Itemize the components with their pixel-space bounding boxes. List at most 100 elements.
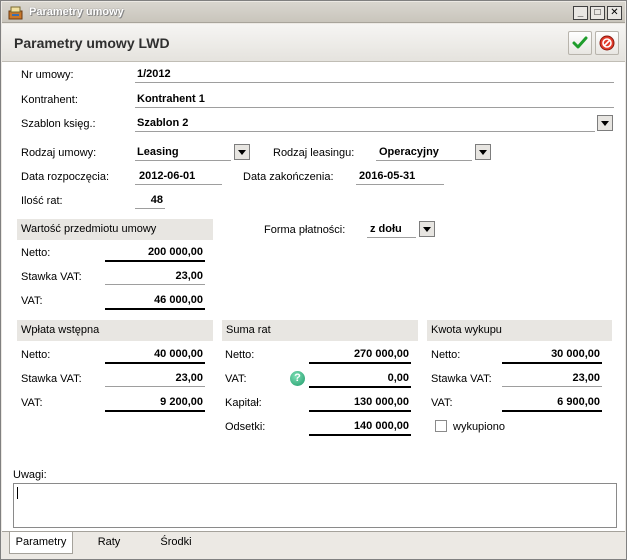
rodzaj-leasingu-select[interactable]: Operacyjny (379, 146, 439, 158)
dialog-window: Parametry umowy _ □ ✕ Parametry umowy LW… (0, 0, 627, 560)
wykup-vat-label: VAT: (431, 397, 453, 409)
forma-platnosci-underline (367, 237, 416, 238)
tab-parametry-label: Parametry (15, 536, 67, 548)
page-title: Parametry umowy LWD (14, 35, 170, 51)
cancel-button[interactable] (595, 31, 619, 55)
suma-vat-label: VAT: (225, 373, 247, 385)
cancel-icon (599, 35, 615, 51)
wykup-stawka-underline (502, 386, 602, 387)
wartosc-stawka-label: Stawka VAT: (21, 271, 82, 283)
wykupiono-label: wykupiono (453, 421, 505, 433)
wplata-netto-label: Netto: (21, 349, 51, 361)
tab-srodki[interactable]: Środki (146, 532, 206, 554)
text-caret (17, 487, 18, 499)
wplata-vat-label: VAT: (21, 397, 43, 409)
ilosc-rat-field[interactable]: 48 (135, 194, 163, 206)
tab-bar: Parametry Raty Środki (2, 531, 625, 559)
rodzaj-leasingu-underline (376, 160, 472, 161)
tab-parametry[interactable]: Parametry (9, 532, 73, 554)
minimize-button[interactable]: _ (573, 6, 588, 20)
data-zakonczenia-label: Data zakończenia: (243, 171, 334, 183)
data-rozpoczecia-label: Data rozpoczęcia: (21, 171, 110, 183)
data-zakonczenia-field[interactable]: 2016-05-31 (359, 170, 415, 182)
dialog-header: Parametry umowy LWD (2, 24, 625, 62)
szablon-dropdown-button[interactable] (597, 115, 613, 131)
wykup-netto-underline (502, 362, 602, 364)
rodzaj-leasingu-label: Rodzaj leasingu: (273, 147, 355, 159)
wartosc-netto-label: Netto: (21, 247, 51, 259)
maximize-button[interactable]: □ (590, 6, 605, 20)
wartosc-section-title: Wartość przedmiotu umowy (21, 223, 157, 235)
wykupiono-checkbox[interactable] (435, 420, 447, 432)
forma-platnosci-dropdown-button[interactable] (419, 221, 435, 237)
suma-section-title: Suma rat (226, 324, 271, 336)
ilosc-rat-label: Ilość rat: (21, 195, 63, 207)
forma-platnosci-select[interactable]: z dołu (370, 223, 402, 235)
data-zakonczenia-underline (356, 184, 444, 185)
kontrahent-field[interactable]: Kontrahent 1 (137, 93, 205, 105)
wartosc-vat-label: VAT: (21, 295, 43, 307)
rodzaj-umowy-dropdown-button[interactable] (234, 144, 250, 160)
checkmark-icon (572, 36, 588, 49)
wartosc-stawka-field[interactable]: 23,00 (105, 270, 203, 282)
save-button[interactable] (568, 31, 592, 55)
tab-raty-label: Raty (97, 536, 121, 548)
suma-odsetki-field[interactable]: 140 000,00 (309, 420, 409, 432)
help-icon[interactable]: ? (290, 371, 305, 386)
wykup-section-title: Kwota wykupu (431, 324, 502, 336)
wykup-stawka-label: Stawka VAT: (431, 373, 492, 385)
wplata-stawka-label: Stawka VAT: (21, 373, 82, 385)
window-title: Parametry umowy (29, 6, 124, 18)
wplata-netto-field[interactable]: 40 000,00 (105, 348, 203, 360)
rodzaj-umowy-select[interactable]: Leasing (137, 146, 179, 158)
wykup-vat-field[interactable]: 6 900,00 (502, 396, 600, 408)
app-icon (8, 6, 23, 20)
wplata-stawka-underline (105, 386, 205, 387)
wplata-vat-field[interactable]: 9 200,00 (105, 396, 203, 408)
wykup-vat-underline (502, 410, 602, 412)
dialog-content: Parametry umowy LWD Nr umowy: 1/2012 Kon… (2, 24, 625, 559)
nr-umowy-underline (135, 82, 614, 83)
suma-netto-label: Netto: (225, 349, 255, 361)
suma-vat-field[interactable]: 0,00 (309, 372, 409, 384)
szablon-select[interactable]: Szablon 2 (137, 117, 188, 129)
wartosc-netto-field[interactable]: 200 000,00 (105, 246, 203, 258)
wartosc-stawka-underline (105, 284, 205, 285)
suma-kapital-underline (309, 410, 411, 412)
suma-netto-underline (309, 362, 411, 364)
wplata-stawka-field[interactable]: 23,00 (105, 372, 203, 384)
uwagi-label: Uwagi: (13, 469, 47, 481)
wykup-netto-label: Netto: (431, 349, 461, 361)
rodzaj-leasingu-dropdown-button[interactable] (475, 144, 491, 160)
tab-srodki-label: Środki (160, 536, 192, 548)
wykup-stawka-field[interactable]: 23,00 (502, 372, 600, 384)
suma-odsetki-label: Odsetki: (225, 421, 266, 433)
wartosc-section-header: Wartość przedmiotu umowy (17, 219, 213, 240)
wartosc-vat-underline (105, 308, 205, 310)
wplata-netto-underline (105, 362, 205, 364)
title-bar[interactable]: Parametry umowy _ □ ✕ (2, 2, 625, 23)
tab-raty[interactable]: Raty (84, 532, 134, 554)
suma-section-header: Suma rat (222, 320, 418, 341)
suma-vat-underline (309, 386, 411, 388)
wartosc-netto-underline (105, 260, 205, 262)
suma-kapital-label: Kapitał: (225, 397, 262, 409)
forma-platnosci-label: Forma płatności: (264, 224, 346, 236)
nr-umowy-field[interactable]: 1/2012 (137, 68, 171, 80)
uwagi-textarea[interactable] (13, 483, 617, 528)
ilosc-rat-underline (135, 208, 165, 209)
kontrahent-label: Kontrahent: (21, 94, 78, 106)
wykup-netto-field[interactable]: 30 000,00 (502, 348, 600, 360)
data-rozpoczecia-underline (135, 184, 222, 185)
wykup-section-header: Kwota wykupu (427, 320, 612, 341)
wartosc-vat-field[interactable]: 46 000,00 (105, 294, 203, 306)
nr-umowy-label: Nr umowy: (21, 69, 74, 81)
rodzaj-umowy-label: Rodzaj umowy: (21, 147, 97, 159)
kontrahent-underline (135, 107, 614, 108)
suma-netto-field[interactable]: 270 000,00 (309, 348, 409, 360)
close-button[interactable]: ✕ (607, 6, 622, 20)
data-rozpoczecia-field[interactable]: 2012-06-01 (139, 170, 195, 182)
wplata-section-header: Wpłata wstępna (17, 320, 213, 341)
szablon-underline (135, 131, 595, 132)
suma-kapital-field[interactable]: 130 000,00 (309, 396, 409, 408)
